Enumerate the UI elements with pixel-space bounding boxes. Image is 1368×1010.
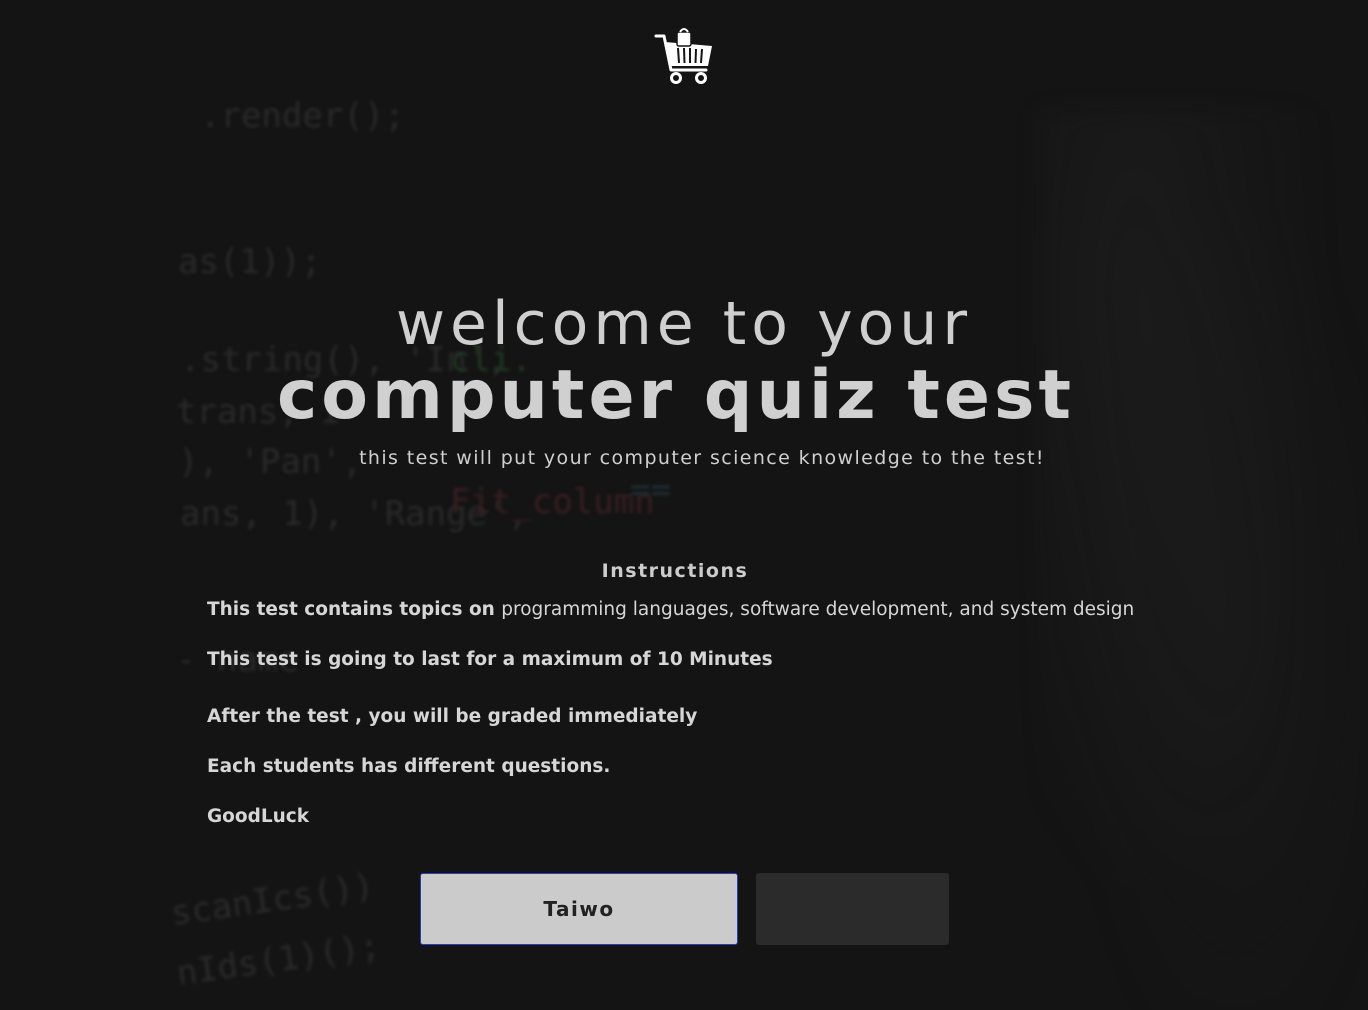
instruction-text: Each students has different questions. [207,756,611,777]
shopping-cart-icon [654,26,716,86]
welcome-heading: welcome to your [395,289,972,359]
instruction-item: This test contains topics on programming… [207,598,1134,622]
page: .render(); as(1)); .string(), 'In', cli.… [0,0,1368,1010]
instruction-item: This test is going to last for a maximum… [207,648,773,672]
instruction-text: After the test , you will be graded imme… [207,706,698,727]
instruction-item: GoodLuck [207,805,309,829]
page-subtitle: this test will put your computer science… [359,447,1045,469]
start-button[interactable] [756,873,949,945]
instruction-item: Each students has different questions. [207,755,610,779]
page-title: computer quiz test [276,356,1076,435]
instructions-heading: Instructions [601,560,749,582]
instruction-text: GoodLuck [207,806,310,827]
instruction-text: This test is going to last for a maximum… [207,649,773,670]
instruction-text: This test contains topics on [207,599,502,620]
instruction-item: After the test , you will be graded imme… [207,705,697,729]
background-code-decoration: .render(); as(1)); .string(), 'In', cli.… [0,0,1368,1010]
instruction-topics: programming languages, software developm… [501,599,1135,620]
name-input[interactable] [420,873,738,945]
